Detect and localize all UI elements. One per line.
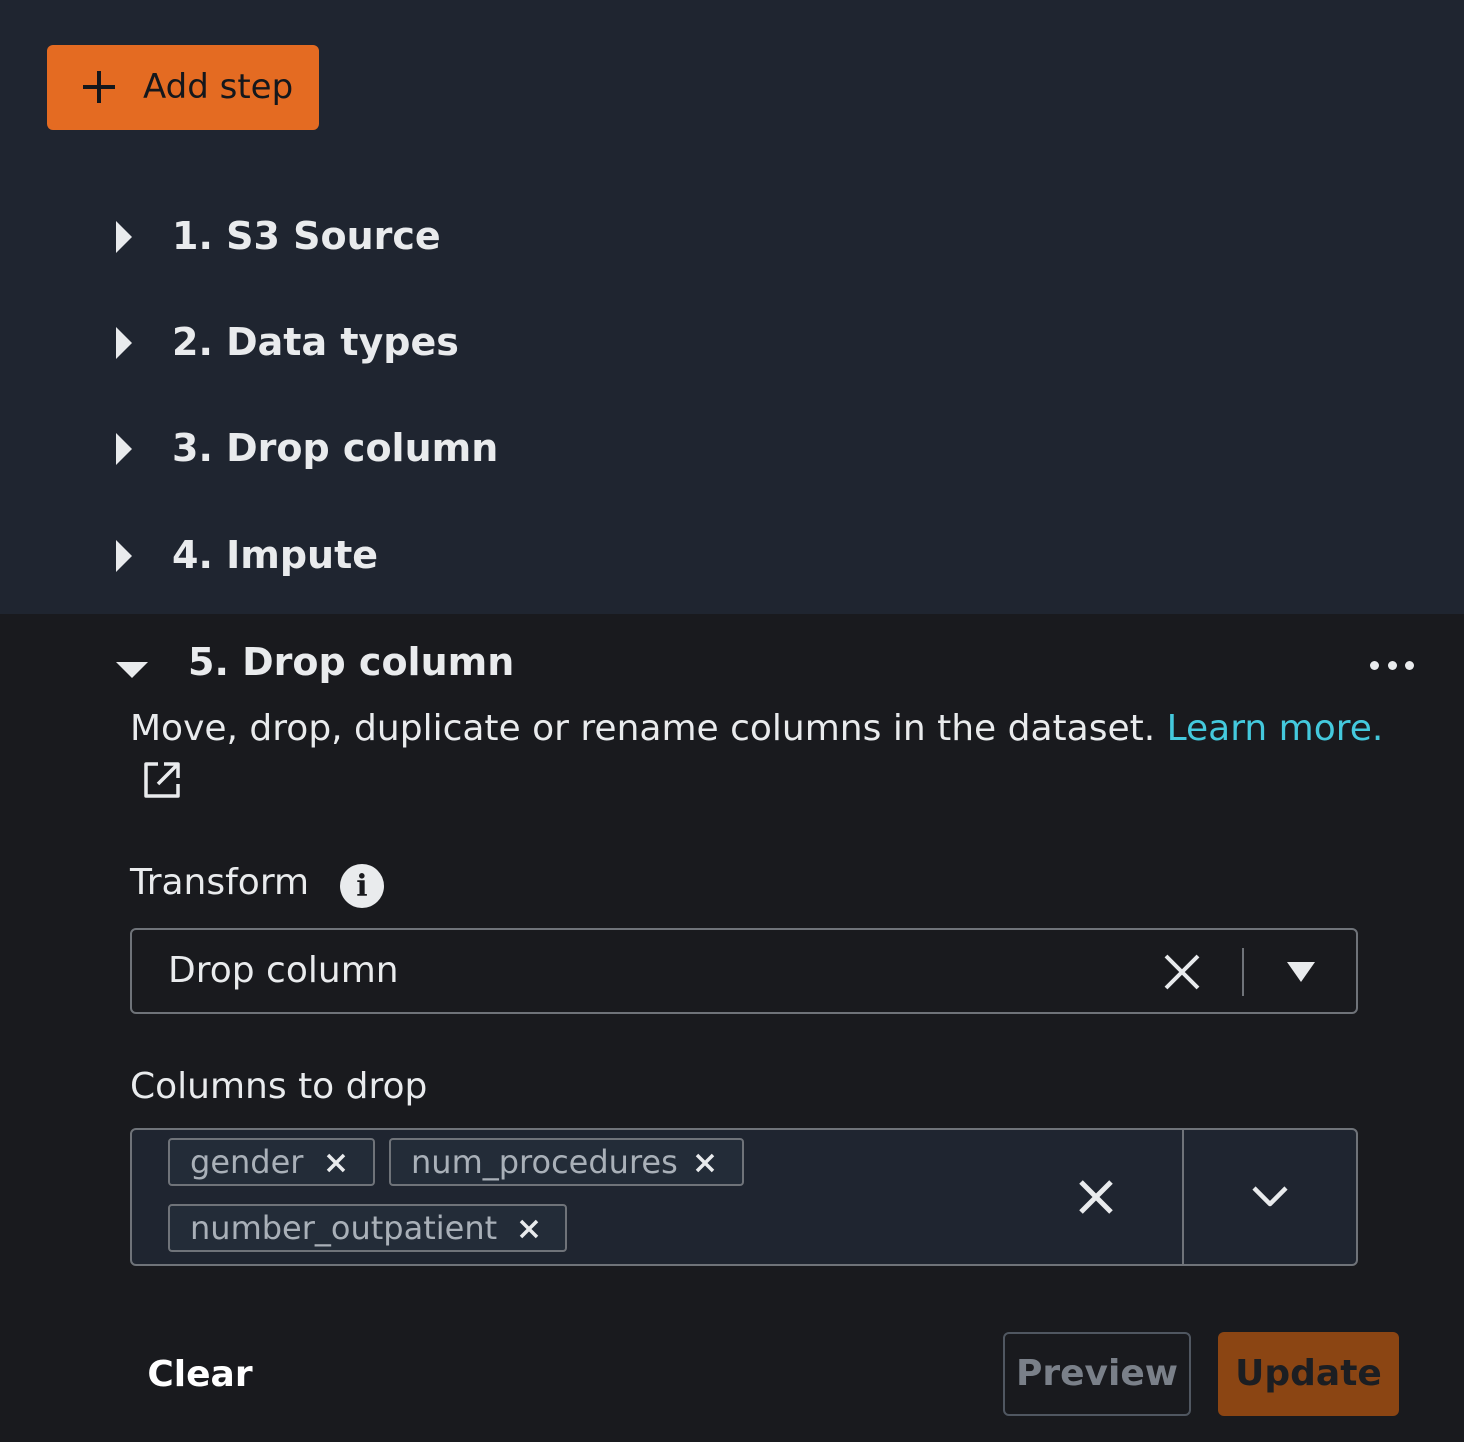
clear-selection-icon[interactable]	[1162, 952, 1202, 992]
remove-token-icon[interactable]	[325, 1152, 347, 1174]
step-item-4[interactable]: 4. Impute	[0, 527, 1464, 587]
preview-button[interactable]: Preview	[1003, 1332, 1191, 1416]
chevron-down-icon	[1252, 1186, 1288, 1207]
step-label: 3. Drop column	[172, 426, 499, 470]
transform-select-value: Drop column	[168, 950, 399, 991]
learn-more-link[interactable]: Learn more.	[1167, 708, 1384, 749]
description-text: Move, drop, duplicate or rename columns …	[130, 708, 1156, 749]
columns-dropdown-toggle[interactable]	[1182, 1130, 1358, 1264]
step-item-1[interactable]: 1. S3 Source	[0, 208, 1464, 268]
step-description: Move, drop, duplicate or rename columns …	[130, 702, 1390, 756]
remove-token-icon[interactable]	[518, 1218, 540, 1240]
plus-icon	[83, 71, 115, 103]
transform-select[interactable]: Drop column	[130, 928, 1358, 1014]
remove-token-icon[interactable]	[694, 1152, 716, 1174]
token-label: num_procedures	[411, 1143, 678, 1181]
external-link-icon[interactable]	[140, 758, 184, 802]
step-item-2[interactable]: 2. Data types	[0, 314, 1464, 374]
add-step-label: Add step	[143, 67, 294, 107]
caret-right-icon	[116, 221, 132, 253]
token-number-outpatient: number_outpatient	[168, 1204, 567, 1252]
step-label: 1. S3 Source	[172, 214, 441, 258]
token-label: gender	[190, 1143, 304, 1181]
columns-to-drop-label: Columns to drop	[130, 1066, 428, 1107]
step-label: 4. Impute	[172, 533, 379, 577]
columns-multiselect[interactable]: gender num_procedures number_outpatient	[130, 1128, 1358, 1266]
caret-right-icon	[116, 433, 132, 465]
more-options-icon[interactable]	[1370, 650, 1414, 680]
token-gender: gender	[168, 1138, 375, 1186]
select-divider	[1242, 948, 1244, 996]
caret-down-icon[interactable]	[116, 662, 148, 678]
caret-down-icon[interactable]	[1287, 962, 1315, 982]
info-icon[interactable]: i	[340, 864, 384, 908]
add-step-button[interactable]: Add step	[47, 45, 319, 130]
token-num-procedures: num_procedures	[389, 1138, 744, 1186]
step-item-3[interactable]: 3. Drop column	[0, 420, 1464, 480]
step-label: 2. Data types	[172, 320, 459, 364]
clear-button[interactable]: Clear	[130, 1334, 270, 1416]
clear-all-icon[interactable]	[1077, 1178, 1115, 1216]
expanded-step-title[interactable]: 5. Drop column	[188, 640, 514, 684]
caret-right-icon	[116, 540, 132, 572]
token-label: number_outpatient	[190, 1209, 498, 1247]
update-button[interactable]: Update	[1218, 1332, 1399, 1416]
transform-label: Transform	[130, 862, 310, 903]
caret-right-icon	[116, 327, 132, 359]
